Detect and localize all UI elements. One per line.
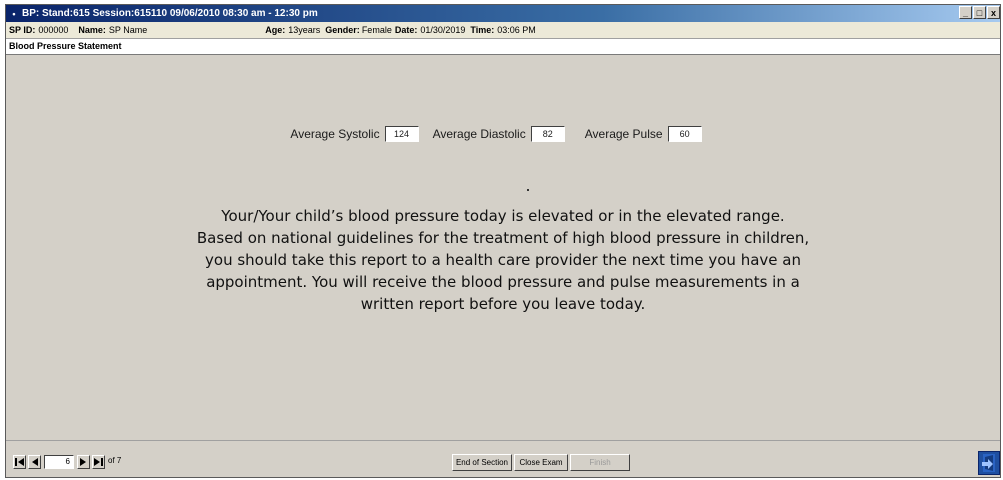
exit-door-icon xyxy=(982,454,995,472)
last-page-icon xyxy=(94,458,103,466)
statement-line: Your/Your child’s blood pressure today i… xyxy=(221,207,785,225)
close-button[interactable]: x xyxy=(987,6,1000,19)
statement-line: appointment. You will receive the blood … xyxy=(206,273,800,291)
finish-button[interactable]: Finish xyxy=(570,454,630,471)
minimize-button[interactable]: _ xyxy=(959,6,972,19)
first-page-button[interactable] xyxy=(13,455,26,469)
systolic-field[interactable]: 124 xyxy=(384,126,419,142)
sp-id-value: 000000 xyxy=(38,25,69,35)
systolic-label: Average Systolic xyxy=(290,127,380,141)
separator-dot xyxy=(527,189,529,191)
app-window: • BP: Stand:615 Session:615110 09/06/201… xyxy=(5,4,1001,478)
time-value: 03:06 PM xyxy=(497,25,536,35)
diastolic-field[interactable]: 82 xyxy=(530,126,565,142)
pulse-field[interactable]: 60 xyxy=(667,126,702,142)
page-count: of 7 xyxy=(108,456,122,465)
sp-id-label: SP ID: xyxy=(9,25,36,35)
name-value: SP Name xyxy=(108,25,148,35)
participant-info-bar: SP ID: 000000 Name: SP Name Age: 13years… xyxy=(6,22,1000,39)
previous-page-icon xyxy=(32,458,38,466)
window-title: BP: Stand:615 Session:615110 09/06/2010 … xyxy=(22,8,318,19)
diastolic-label: Average Diastolic xyxy=(432,127,526,141)
navigation-footer: 6 of 7 End of Section Close Exam Finish xyxy=(6,440,1000,477)
date-value: 01/30/2019 xyxy=(420,25,466,35)
vitals-row: Average Systolic 124 Average Diastolic 8… xyxy=(6,126,1000,142)
next-page-button[interactable] xyxy=(77,455,90,469)
pulse-label: Average Pulse xyxy=(584,127,663,141)
system-menu-icon[interactable]: • xyxy=(8,9,20,19)
end-of-section-button[interactable]: End of Section xyxy=(452,454,512,471)
window-controls: _ □ x xyxy=(958,6,1000,19)
date-label: Date: xyxy=(394,25,418,35)
title-bar[interactable]: • BP: Stand:615 Session:615110 09/06/201… xyxy=(6,5,1000,22)
maximize-button[interactable]: □ xyxy=(973,6,986,19)
close-exam-button[interactable]: Close Exam xyxy=(514,454,568,471)
gender-value: Female xyxy=(361,25,392,35)
first-page-icon xyxy=(15,458,24,466)
gender-label: Gender: xyxy=(325,25,360,35)
age-label: Age: xyxy=(265,25,286,35)
time-label: Time: xyxy=(470,25,495,35)
statement-line: written report before you leave today. xyxy=(360,295,646,313)
main-content: Average Systolic 124 Average Diastolic 8… xyxy=(6,55,1000,441)
bp-statement: Your/Your child’s blood pressure today i… xyxy=(106,205,900,315)
name-label: Name: xyxy=(78,25,106,35)
age-value: 13years xyxy=(288,25,321,35)
statement-line: you should take this report to a health … xyxy=(205,251,801,269)
exit-button[interactable] xyxy=(978,451,1000,475)
previous-page-button[interactable] xyxy=(28,455,41,469)
section-title: Blood Pressure Statement xyxy=(6,39,1000,55)
next-page-icon xyxy=(80,458,86,466)
page-number-field[interactable]: 6 xyxy=(44,455,74,469)
statement-line: Based on national guidelines for the tre… xyxy=(196,229,810,247)
last-page-button[interactable] xyxy=(92,455,105,469)
